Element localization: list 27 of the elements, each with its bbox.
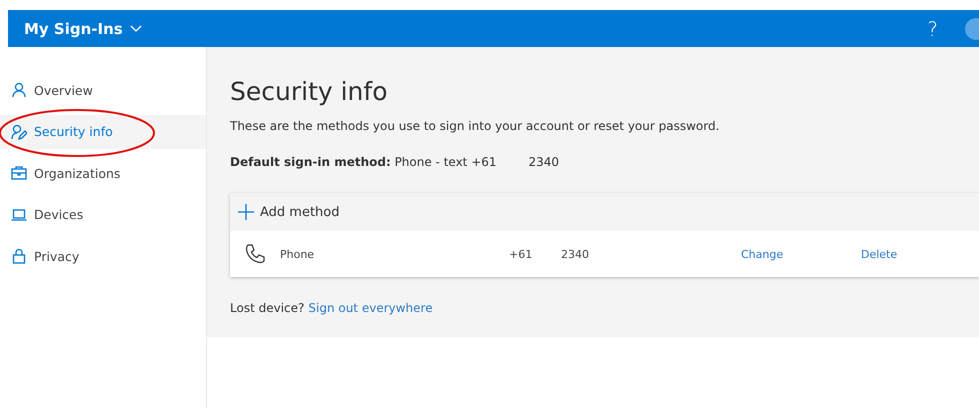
page-description: These are the methods you use to sign into your account or reset your password.	[230, 119, 720, 133]
page-title: Security info	[230, 76, 388, 108]
phone-prefix: +61	[509, 248, 534, 260]
briefcase-icon	[11, 165, 27, 181]
phone-number-end: 2340	[528, 155, 560, 169]
sidebar-item[interactable]: Devices	[0, 198, 206, 232]
person-pen-icon	[11, 124, 27, 140]
default-method-label: Default sign-in method: Phone - text +61	[230, 155, 497, 169]
sidebar-item[interactable]: Organizations	[0, 156, 206, 190]
change-link[interactable]: Change	[741, 248, 861, 260]
lost-device-text: Lost device?	[230, 301, 304, 315]
sidebar-item[interactable]: Security info	[0, 114, 206, 148]
phone-number-end: 2340	[561, 248, 590, 260]
method-name: Phone	[280, 248, 316, 260]
person-icon	[11, 82, 27, 98]
add-method-button[interactable]: Add method	[230, 193, 979, 231]
sidebar-item[interactable]: Privacy	[0, 239, 206, 273]
delete-link[interactable]: Delete	[861, 248, 898, 260]
phone-icon	[244, 243, 266, 265]
sign-out-everywhere-link[interactable]: Sign out everywhere	[308, 301, 433, 315]
plus-icon	[238, 204, 254, 220]
chevron-down-icon[interactable]	[130, 24, 142, 32]
help-button[interactable]: ?	[927, 16, 938, 40]
app-title[interactable]: My Sign-Ins	[24, 20, 123, 38]
lock-icon	[11, 248, 27, 264]
laptop-icon	[11, 206, 27, 222]
sidebar-item[interactable]: Overview	[0, 73, 206, 107]
